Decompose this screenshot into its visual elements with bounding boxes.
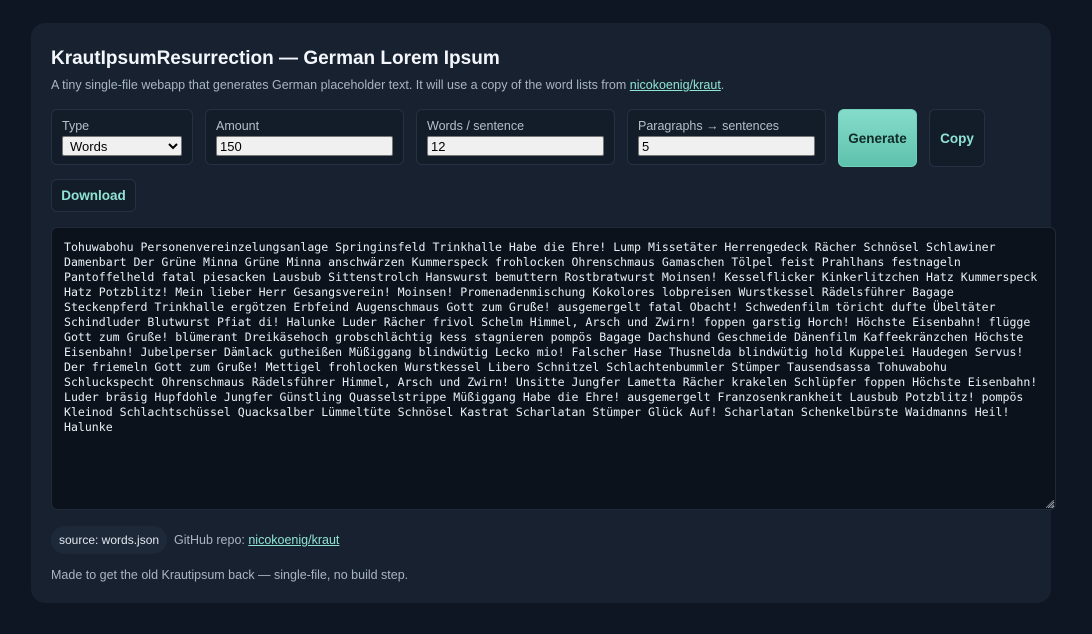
paragraphs-field: Paragraphs → sentences <box>627 109 826 165</box>
subtitle-suffix: . <box>720 78 725 92</box>
generate-button[interactable]: Generate <box>838 109 917 167</box>
type-select[interactable]: Words <box>62 136 182 156</box>
copy-button[interactable]: Copy <box>929 109 985 167</box>
subtitle-text: A tiny single-file webapp that generates… <box>51 78 630 92</box>
amount-input[interactable] <box>216 136 393 156</box>
words-per-sentence-label: Words / sentence <box>427 119 525 133</box>
github-repo-link[interactable]: nicokoenig/kraut <box>248 533 339 547</box>
textarea-resize-handle[interactable] <box>1046 500 1056 510</box>
type-label: Type <box>62 119 90 133</box>
output-textarea[interactable]: Tohuwabohu Personenvereinzelungsanlage S… <box>51 227 1056 510</box>
github-repo-line: GitHub repo: nicokoenig/kraut <box>174 533 339 547</box>
download-button[interactable]: Download <box>51 179 136 212</box>
paragraphs-label: Paragraphs → sentences <box>638 119 780 133</box>
repo-label: GitHub repo: <box>174 533 249 547</box>
paragraphs-input[interactable] <box>638 136 815 156</box>
source-badge: source: words.json <box>51 526 168 554</box>
amount-field: Amount <box>205 109 404 165</box>
footer-note: Made to get the old Krautipsum back — si… <box>51 568 409 582</box>
kraut-wordlist-link[interactable]: nicokoenig/kraut <box>630 78 721 92</box>
main-card: KrautIpsumResurrection — German Lorem Ip… <box>31 23 1056 603</box>
page-title: KrautIpsumResurrection — German Lorem Ip… <box>51 48 500 69</box>
page-subtitle: A tiny single-file webapp that generates… <box>51 78 724 92</box>
words-per-sentence-input[interactable] <box>427 136 604 156</box>
words-per-sentence-field: Words / sentence <box>416 109 615 165</box>
resize-grip-icon <box>1046 500 1054 508</box>
amount-label: Amount <box>216 119 260 133</box>
type-field: Type Words <box>51 109 193 165</box>
